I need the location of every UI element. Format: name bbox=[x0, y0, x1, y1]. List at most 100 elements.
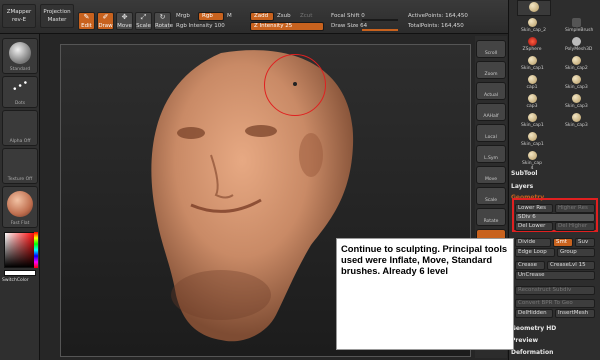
m-toggle[interactable]: M bbox=[227, 13, 232, 19]
rgb-intensity-slider[interactable]: Rgb Intensity 100 bbox=[176, 23, 225, 29]
preview-section[interactable]: Preview bbox=[511, 337, 599, 344]
rotate-view-button[interactable]: Rotate bbox=[476, 208, 506, 226]
brush-thumbnail-label: Standard bbox=[9, 67, 31, 72]
suv-toggle[interactable]: Suv bbox=[575, 238, 595, 247]
tool-grid: Skin_cap_2 SimpleBrush ZSphere PolyMesh3… bbox=[513, 18, 599, 171]
rgb-toggle[interactable]: Rgb bbox=[198, 12, 224, 21]
focal-shift-slider[interactable]: Focal Shift 0 bbox=[331, 13, 365, 19]
delhidden-button[interactable]: DelHidden bbox=[515, 309, 553, 318]
actual-button[interactable]: Actual bbox=[476, 82, 506, 100]
lsym-label: L.Sym bbox=[484, 156, 498, 161]
divide-button[interactable]: Divide bbox=[515, 238, 551, 247]
lsym-button[interactable]: L.Sym bbox=[476, 145, 506, 163]
layers-section[interactable]: Layers bbox=[511, 183, 599, 190]
subtool-section[interactable]: SubTool bbox=[511, 170, 599, 177]
tool-item[interactable]: cap3 bbox=[521, 94, 543, 112]
uncrease-button[interactable]: UnCrease bbox=[515, 271, 595, 280]
del-higher-button[interactable]: Del Higher bbox=[555, 222, 595, 231]
tool-item[interactable]: ZSphere bbox=[521, 37, 543, 55]
current-tool-thumbnail[interactable] bbox=[517, 0, 551, 16]
zoom-button[interactable]: Zoom bbox=[476, 61, 506, 79]
tool-draw-button[interactable]: ✐ Draw bbox=[97, 12, 114, 30]
tool-item-label: PolyMesh3D bbox=[565, 47, 593, 52]
insertmesh-button[interactable]: InsertMesh bbox=[555, 309, 595, 318]
del-lower-button[interactable]: Del Lower bbox=[515, 222, 553, 231]
z-intensity-slider[interactable]: Z Intensity 25 bbox=[250, 22, 324, 31]
tool-rotate-button[interactable]: ↻ Rotate bbox=[154, 12, 174, 30]
tool-item[interactable]: Skin_cap1 bbox=[521, 132, 544, 150]
dots-stroke-icon: • • • bbox=[10, 78, 31, 96]
tool-icon bbox=[527, 18, 537, 27]
left-tray: Standard • • • Dots Alpha Off Texture Of… bbox=[0, 34, 40, 360]
secondary-color-swatch[interactable] bbox=[4, 270, 36, 276]
geometry-hd-section[interactable]: Geometry HD bbox=[511, 325, 599, 332]
actual-label: Actual bbox=[483, 93, 499, 98]
tool-move-button[interactable]: ✥ Move bbox=[116, 12, 133, 30]
material-thumbnail[interactable]: Fast Flat bbox=[2, 186, 38, 228]
material-sphere-icon bbox=[7, 191, 33, 217]
tool-item[interactable]: Skin_cap3 bbox=[565, 94, 588, 112]
tool-rotate-label: Rotate bbox=[155, 23, 174, 29]
projection-master-button[interactable]: Projection Master bbox=[40, 4, 74, 28]
switch-color-button[interactable]: SwitchColor bbox=[2, 278, 29, 283]
left-eye bbox=[177, 127, 205, 139]
zmapper-sub-label: rev-E bbox=[11, 17, 27, 23]
stroke-thumbnail[interactable]: • • • Dots bbox=[2, 76, 38, 108]
tool-icon bbox=[527, 94, 537, 103]
tool-item[interactable]: Skin_cap1 bbox=[521, 113, 544, 131]
tool-item[interactable]: SimpleBrush bbox=[565, 18, 593, 36]
tool-scale-button[interactable]: ⤢ Scale bbox=[135, 12, 152, 30]
tool-item-label: Skin_cap3 bbox=[565, 123, 588, 128]
zadd-toggle[interactable]: Zadd bbox=[250, 12, 274, 21]
zcut-toggle[interactable]: Zcut bbox=[300, 13, 312, 19]
tool-item[interactable]: Skin_cap1 bbox=[521, 56, 544, 74]
draw-size-track bbox=[362, 29, 398, 31]
tool-item-label: Skin_cap_2 bbox=[521, 28, 547, 33]
scale-view-button[interactable]: Scale bbox=[476, 187, 506, 205]
focal-shift-track bbox=[362, 19, 398, 21]
brush-thumbnail[interactable]: Standard bbox=[2, 38, 38, 74]
local-button[interactable]: Local bbox=[476, 124, 506, 142]
crease-button[interactable]: Crease bbox=[515, 261, 545, 270]
tool-item[interactable]: cap1 bbox=[521, 75, 543, 93]
tool-icon bbox=[571, 94, 581, 103]
aahalf-label: AAHalf bbox=[483, 114, 499, 119]
move-view-button[interactable]: Move bbox=[476, 166, 506, 184]
color-picker[interactable] bbox=[4, 232, 36, 268]
tool-item[interactable]: Skin_cap_2 bbox=[521, 18, 547, 36]
tool-item[interactable]: Skin_cap 4 bbox=[521, 151, 543, 171]
active-points-readout: ActivePoints: 164,450 bbox=[408, 13, 468, 19]
scroll-button[interactable]: Scroll bbox=[476, 40, 506, 58]
mrgb-toggle[interactable]: Mrgb bbox=[176, 13, 190, 19]
chin-shadow bbox=[171, 270, 271, 320]
sdiv-slider[interactable]: SDiv 6 bbox=[515, 213, 595, 222]
tool-item[interactable]: PolyMesh3D bbox=[565, 37, 592, 55]
polymesh-icon bbox=[571, 37, 581, 46]
higher-res-button[interactable]: Higher Res bbox=[555, 204, 595, 213]
ear bbox=[299, 133, 323, 177]
brush-cursor-dot bbox=[293, 82, 297, 86]
texture-thumbnail[interactable]: Texture Off bbox=[2, 148, 38, 184]
edge-loop-button[interactable]: Edge Loop bbox=[515, 248, 555, 257]
zsub-toggle[interactable]: Zsub bbox=[277, 13, 291, 19]
tool-item[interactable]: Skin_cap3 bbox=[565, 75, 588, 93]
lower-res-button[interactable]: Lower Res bbox=[515, 204, 553, 213]
edit-icon: ✎ bbox=[83, 13, 90, 21]
tool-item[interactable]: Skin_cap3 bbox=[565, 113, 588, 131]
reconstruct-subdiv-button[interactable]: Reconstruct Subdiv bbox=[515, 286, 595, 295]
zmapper-button[interactable]: ZMapper rev-E bbox=[2, 4, 36, 28]
alpha-thumbnail[interactable]: Alpha Off bbox=[2, 110, 38, 146]
tool-item[interactable]: Skin_cap2 bbox=[565, 56, 588, 74]
smt-toggle[interactable]: Smt bbox=[553, 238, 573, 247]
scale-icon: ⤢ bbox=[140, 13, 147, 21]
tool-icon bbox=[527, 56, 537, 65]
tool-edit-button[interactable]: ✎ Edit bbox=[78, 12, 95, 30]
deformation-section[interactable]: Deformation bbox=[511, 349, 599, 356]
scroll-label: Scroll bbox=[484, 51, 498, 56]
convert-bpr-button[interactable]: Convert BPR To Geo bbox=[515, 299, 595, 308]
hue-strip[interactable] bbox=[34, 232, 38, 268]
crease-level-slider[interactable]: CreaseLvl 15 bbox=[547, 261, 595, 270]
aahalf-button[interactable]: AAHalf bbox=[476, 103, 506, 121]
group-button[interactable]: Group bbox=[557, 248, 595, 257]
tool-item-label: Skin_cap1 bbox=[521, 66, 544, 71]
